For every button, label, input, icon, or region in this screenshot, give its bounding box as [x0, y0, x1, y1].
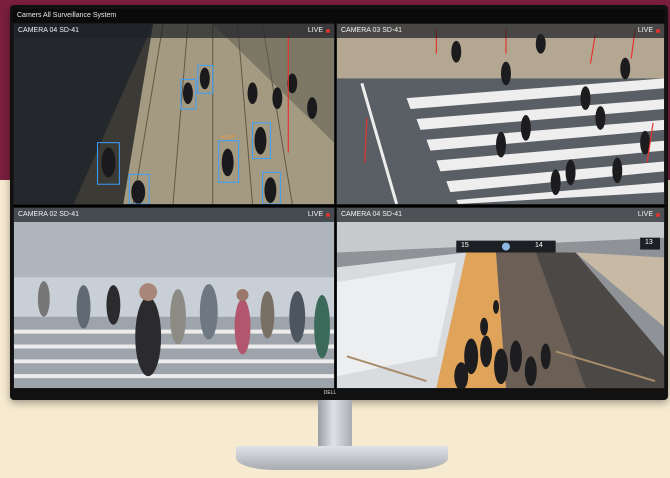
live-label: LIVE	[307, 27, 323, 34]
camera-label: CAMERA 02 SD-41	[18, 211, 80, 218]
platform-sign-right: 14	[535, 242, 543, 249]
camera-label: CAMERA 03 SD-41	[341, 27, 403, 34]
live-label: LIVE	[307, 211, 323, 218]
feed-2-scene	[337, 24, 664, 204]
live-dot-icon	[656, 29, 660, 33]
feed-4-scene	[337, 208, 664, 388]
camera-feed-2[interactable]: CAMERA 03 SD-41 LIVE	[336, 23, 665, 205]
app-title: Camers All Surveillance System	[13, 9, 665, 23]
camera-label: CAMERA 04 SD-41	[18, 27, 80, 34]
platform-sign-left: 15	[461, 242, 469, 249]
feed-2-header: CAMERA 03 SD-41 LIVE	[337, 24, 664, 38]
feed-1-header: CAMERA 04 SD-41 LIVE	[14, 24, 334, 38]
camera-grid: ALERT CAMERA 04 SD-41 LIVE CAMERA 03 SD-…	[13, 23, 665, 389]
monitor-screen: Camers All Surveillance System ALERT CAM…	[13, 9, 665, 389]
live-label: LIVE	[637, 211, 653, 218]
monitor-stand-neck	[318, 400, 352, 452]
camera-label: CAMERA 04 SD-41	[341, 211, 403, 218]
live-label: LIVE	[637, 27, 653, 34]
live-dot-icon	[326, 213, 330, 217]
camera-feed-3[interactable]: CAMERA 02 SD-41 LIVE	[13, 207, 335, 389]
dell-logo: DELL	[323, 390, 337, 396]
live-dot-icon	[326, 29, 330, 33]
platform-sign-far: 13	[645, 239, 653, 246]
live-badge: LIVE	[638, 24, 660, 38]
camera-feed-1[interactable]: ALERT CAMERA 04 SD-41 LIVE	[13, 23, 335, 205]
feed-1-scene: ALERT	[14, 24, 334, 204]
live-badge: LIVE	[308, 208, 330, 222]
live-badge: LIVE	[308, 24, 330, 38]
camera-feed-4[interactable]: 15 14 13 CAMERA 04 SD-41 LIVE	[336, 207, 665, 389]
feed-3-header: CAMERA 02 SD-41 LIVE	[14, 208, 334, 222]
monitor-stand-base	[236, 446, 448, 470]
alert-tag: ALERT	[220, 135, 236, 141]
live-dot-icon	[656, 213, 660, 217]
feed-3-scene	[14, 208, 334, 388]
feed-4-header: CAMERA 04 SD-41 LIVE	[337, 208, 664, 222]
live-badge: LIVE	[638, 208, 660, 222]
